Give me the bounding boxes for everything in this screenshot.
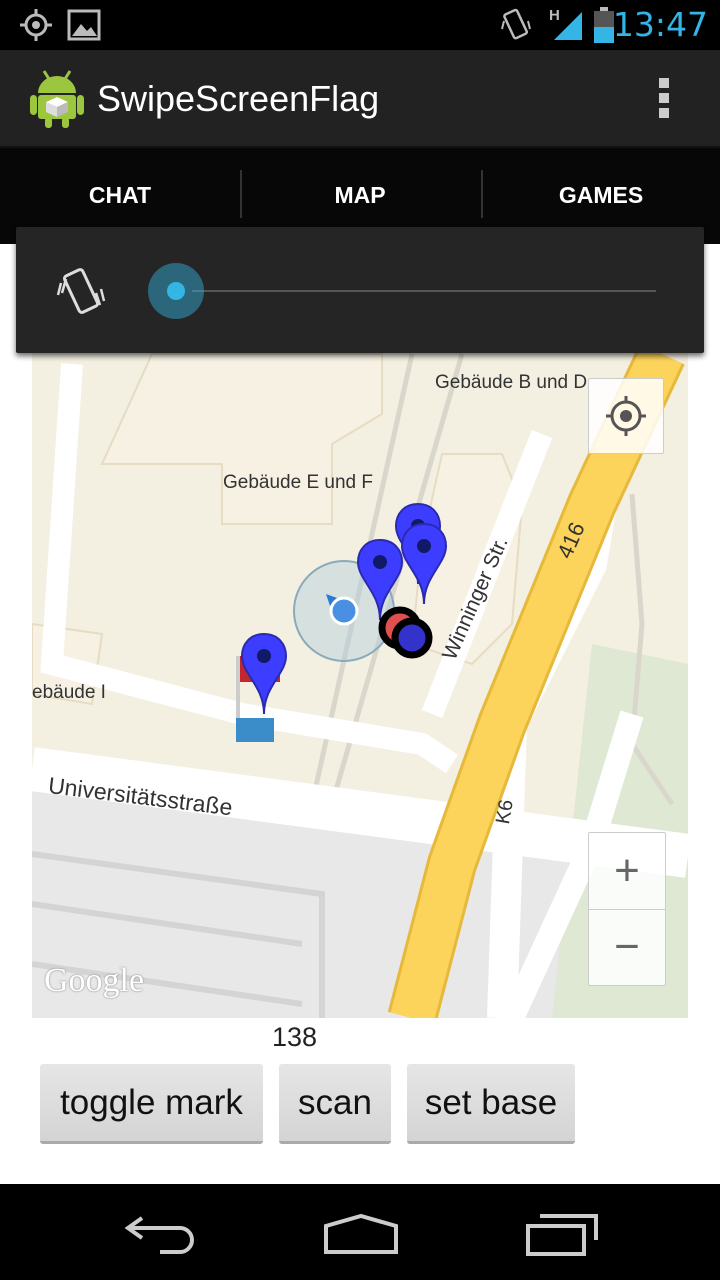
zoom-out-icon: − — [614, 922, 640, 971]
map-label-building-ef: Gebäude E und F — [223, 472, 373, 493]
recent-apps-icon[interactable] — [524, 1212, 600, 1256]
image-notification-icon — [67, 9, 101, 41]
tab-map-label: MAP — [334, 181, 386, 208]
status-bar: H 13:47 — [0, 0, 720, 50]
map-label-building-bd: Gebäude B und D — [435, 372, 588, 393]
zoom-in-button[interactable]: + — [589, 833, 665, 910]
scan-button[interactable]: scan — [279, 1064, 391, 1144]
gps-icon — [20, 9, 52, 41]
action-bar: SwipeScreenFlag — [0, 50, 720, 148]
google-logo: Google — [44, 962, 145, 999]
my-location-button[interactable] — [588, 378, 664, 454]
vibrate-icon — [501, 8, 531, 40]
volume-slider-track[interactable] — [192, 290, 656, 292]
signal-icon — [554, 12, 582, 40]
zoom-out-button[interactable]: − — [589, 909, 665, 985]
vibrate-icon — [56, 268, 106, 314]
map-view[interactable]: Gebäude B und D Gebäude E und F ebäude I… — [32, 244, 688, 1018]
counter-value: 138 — [272, 1022, 318, 1052]
toggle-mark-button[interactable]: toggle mark — [40, 1064, 263, 1144]
volume-slider-thumb[interactable] — [147, 262, 205, 320]
back-icon[interactable] — [120, 1212, 200, 1256]
map-marker-icon[interactable] — [400, 522, 448, 606]
tab-games-label: GAMES — [558, 181, 644, 208]
zoom-controls: + − — [588, 832, 666, 986]
crosshair-icon — [606, 396, 646, 436]
toggle-mark-label: toggle mark — [60, 1082, 243, 1122]
set-base-label: set base — [424, 1082, 558, 1122]
android-app-icon — [30, 70, 84, 128]
tab-chat-label: CHAT — [88, 181, 152, 208]
scan-label: scan — [298, 1082, 372, 1122]
home-icon[interactable] — [322, 1212, 400, 1256]
map-label-road-k6: K6 — [492, 797, 518, 826]
overflow-menu-icon[interactable] — [650, 74, 678, 122]
status-time: 13:47 — [612, 5, 708, 44]
zoom-in-icon: + — [614, 846, 640, 895]
set-base-button[interactable]: set base — [407, 1064, 575, 1144]
navigation-bar — [0, 1184, 720, 1280]
map-marker-icon[interactable] — [240, 632, 288, 716]
map-label-building-i: ebäude I — [32, 682, 106, 703]
volume-panel — [16, 227, 704, 353]
app-title: SwipeScreenFlag — [97, 78, 380, 119]
ring-marker-icon[interactable] — [378, 606, 438, 660]
